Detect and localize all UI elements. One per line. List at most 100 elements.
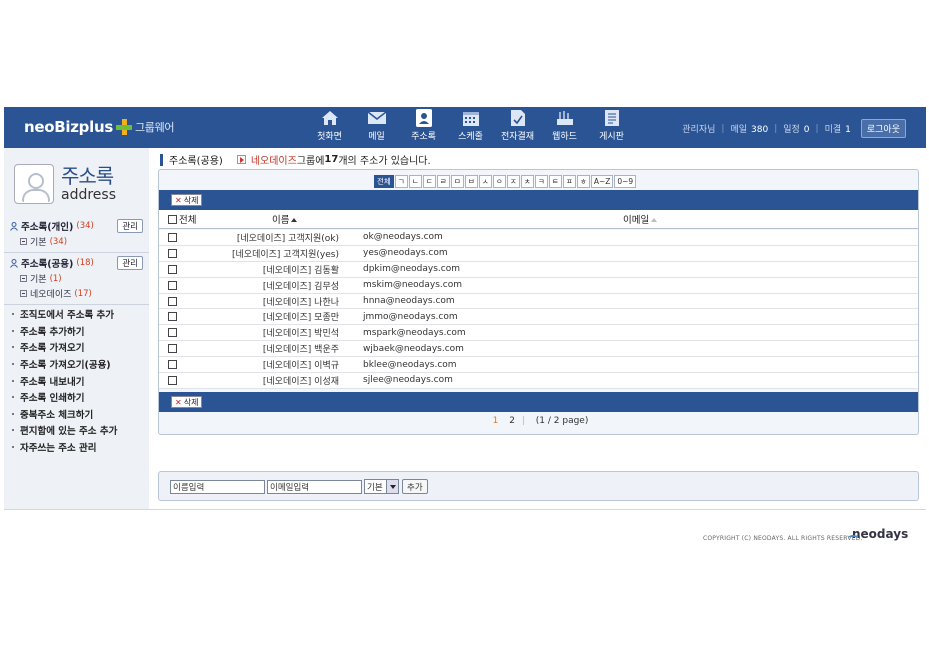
- row-name[interactable]: [네오데이즈] 고객지원(ok): [159, 231, 339, 244]
- nav-addressbook[interactable]: 주소록: [400, 107, 447, 148]
- user-name[interactable]: 관리자님: [682, 122, 715, 135]
- menu-import[interactable]: 주소록 가져오기: [4, 339, 149, 356]
- schedule-counter[interactable]: 일정 0: [783, 122, 809, 135]
- footer-logo: neodays: [848, 527, 908, 541]
- menu-print[interactable]: 주소록 인쇄하기: [4, 389, 149, 406]
- nav-mail[interactable]: 메일: [353, 107, 400, 148]
- menu-add-from-mailbox[interactable]: 편지함에 있는 주소 추가: [4, 422, 149, 439]
- table-row[interactable]: [네오데이즈] 백운주 wjbaek@neodays.com: [159, 341, 918, 358]
- column-name[interactable]: 이름: [272, 212, 298, 226]
- row-email[interactable]: bklee@neodays.com: [363, 360, 457, 370]
- group-select[interactable]: 기본: [364, 479, 399, 494]
- menu-frequent-addresses[interactable]: 자주쓰는 주소 관리: [4, 439, 149, 456]
- menu-export[interactable]: 주소록 내보내기: [4, 372, 149, 389]
- filter-tab[interactable]: ㅇ: [492, 175, 506, 188]
- row-email[interactable]: mspark@neodays.com: [363, 328, 466, 338]
- filter-tab[interactable]: 0~9: [614, 175, 637, 188]
- shared-manage-button[interactable]: 관리: [117, 256, 143, 270]
- personal-addressbook[interactable]: 주소록(개인) (34) 관리: [4, 218, 149, 234]
- table-row[interactable]: [네오데이즈] 모종만 jmmo@neodays.com: [159, 309, 918, 326]
- nav-webhard[interactable]: 웹하드: [541, 107, 588, 148]
- filter-tab[interactable]: ㅎ: [576, 175, 590, 188]
- table-row[interactable]: [네오데이즈] 나한나 hnna@neodays.com: [159, 294, 918, 310]
- page-link-current[interactable]: 1: [493, 416, 499, 426]
- shared-group-basic[interactable]: 기본 (1): [4, 271, 149, 286]
- nav-home[interactable]: 첫화면: [306, 107, 353, 148]
- logo[interactable]: neoBizplus 그룹웨어: [24, 118, 175, 136]
- mail-count: 380: [751, 125, 769, 135]
- table-row[interactable]: [네오데이즈] 고객지원(ok) ok@neodays.com: [159, 230, 918, 246]
- filter-all[interactable]: 전체: [374, 175, 394, 188]
- filter-tab[interactable]: ㅍ: [562, 175, 576, 188]
- name-input[interactable]: [170, 480, 265, 494]
- personal-manage-button[interactable]: 관리: [117, 219, 143, 233]
- filter-tab[interactable]: ㅌ: [548, 175, 562, 188]
- table-row[interactable]: [네오데이즈] 이성재 sjlee@neodays.com: [159, 373, 918, 389]
- mail-counter[interactable]: 메일 380: [730, 122, 768, 135]
- filter-tab[interactable]: ㅂ: [464, 175, 478, 188]
- filter-tab[interactable]: ㄴ: [408, 175, 422, 188]
- personal-group-basic[interactable]: 기본 (34): [4, 234, 149, 249]
- add-button[interactable]: 추가: [402, 479, 428, 494]
- pending-counter[interactable]: 미결 1: [825, 122, 851, 135]
- shared-addressbook[interactable]: 주소록(공용) (18) 관리: [4, 255, 149, 271]
- page-link[interactable]: 2: [509, 416, 515, 426]
- row-email[interactable]: mskim@neodays.com: [363, 280, 462, 290]
- nav-board[interactable]: 게시판: [588, 107, 635, 148]
- shared-group-neodays[interactable]: 네오데이즈 (17): [4, 286, 149, 301]
- delete-button-bottom[interactable]: ✕ 삭제: [171, 396, 203, 408]
- menu-import-shared[interactable]: 주소록 가져오기(공용): [4, 356, 149, 373]
- menu-add-address[interactable]: 주소록 추가하기: [4, 323, 149, 340]
- row-name[interactable]: [네오데이즈] 모종만: [159, 310, 339, 323]
- row-name[interactable]: [네오데이즈] 이벽규: [159, 358, 339, 371]
- row-email[interactable]: sjlee@neodays.com: [363, 375, 453, 385]
- table-row[interactable]: [네오데이즈] 박민석 mspark@neodays.com: [159, 325, 918, 342]
- column-email[interactable]: 이메일: [623, 212, 658, 226]
- nav-schedule[interactable]: 스케줄: [447, 107, 494, 148]
- table-row[interactable]: [네오데이즈] 이벽규 bklee@neodays.com: [159, 357, 918, 374]
- row-email[interactable]: wjbaek@neodays.com: [363, 344, 464, 354]
- table-row[interactable]: [네오데이즈] 고객지원(yes) yes@neodays.com: [159, 246, 918, 262]
- sidebar-menu: 조직도에서 주소록 추가 주소록 추가하기 주소록 가져오기 주소록 가져오기(…: [4, 306, 149, 455]
- select-all[interactable]: 전체: [168, 212, 196, 226]
- sidebar-title-korean: 주소록: [61, 164, 114, 188]
- schedule-counter-label: 일정: [783, 125, 800, 135]
- sidebar-title-english: address: [61, 187, 117, 203]
- filter-tab[interactable]: ㅅ: [478, 175, 492, 188]
- address-rows: [네오데이즈] 고객지원(ok) ok@neodays.com [네오데이즈] 고…: [159, 230, 918, 389]
- row-email[interactable]: jmmo@neodays.com: [363, 312, 458, 322]
- row-name[interactable]: [네오데이즈] 김무성: [159, 279, 339, 292]
- row-name[interactable]: [네오데이즈] 백운주: [159, 342, 339, 355]
- filter-tab[interactable]: ㅋ: [534, 175, 548, 188]
- filter-tab[interactable]: ㄹ: [436, 175, 450, 188]
- row-name[interactable]: [네오데이즈] 나한나: [159, 295, 339, 308]
- table-row[interactable]: [네오데이즈] 김무성 mskim@neodays.com: [159, 278, 918, 294]
- menu-add-from-org[interactable]: 조직도에서 주소록 추가: [4, 306, 149, 323]
- filter-tab[interactable]: ㄱ: [394, 175, 408, 188]
- filter-tab[interactable]: ㅁ: [450, 175, 464, 188]
- row-name[interactable]: [네오데이즈] 이성재: [159, 374, 339, 387]
- row-email[interactable]: dpkim@neodays.com: [363, 264, 460, 274]
- row-email[interactable]: hnna@neodays.com: [363, 296, 455, 306]
- row-name[interactable]: [네오데이즈] 박민석: [159, 326, 339, 339]
- plus-logo-icon: [115, 119, 132, 135]
- nav-approval[interactable]: 전자결재: [494, 107, 541, 148]
- filter-tab[interactable]: A~Z: [590, 175, 614, 188]
- group-label: 기본: [30, 275, 47, 285]
- footer-divider: [4, 509, 926, 510]
- shared-addressbook-count: (18): [76, 258, 94, 268]
- pagination: 1 2 | (1 / 2 page): [159, 416, 918, 426]
- select-all-checkbox[interactable]: [168, 214, 177, 224]
- filter-tab[interactable]: ㅈ: [506, 175, 520, 188]
- filter-tab[interactable]: ㄷ: [422, 175, 436, 188]
- row-name[interactable]: [네오데이즈] 김동활: [159, 263, 339, 276]
- logout-button[interactable]: 로그아웃: [860, 119, 906, 138]
- row-name[interactable]: [네오데이즈] 고객지원(yes): [159, 247, 339, 260]
- delete-button-top[interactable]: ✕ 삭제: [171, 194, 203, 206]
- filter-tab[interactable]: ㅊ: [520, 175, 534, 188]
- row-email[interactable]: yes@neodays.com: [363, 248, 448, 258]
- menu-duplicate-check[interactable]: 중복주소 체크하기: [4, 406, 149, 423]
- table-row[interactable]: [네오데이즈] 김동활 dpkim@neodays.com: [159, 262, 918, 278]
- email-input[interactable]: [267, 480, 362, 494]
- row-email[interactable]: ok@neodays.com: [363, 232, 443, 242]
